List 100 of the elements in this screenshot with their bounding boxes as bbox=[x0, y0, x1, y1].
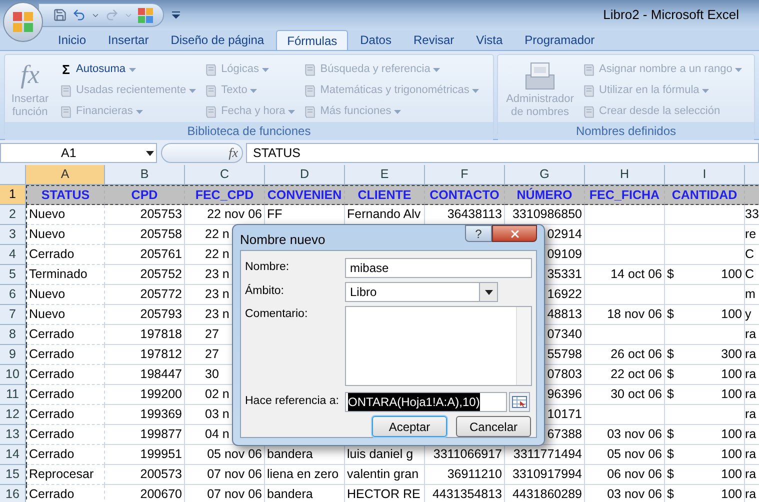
dialog-button[interactable]: Aceptar bbox=[372, 416, 447, 437]
customize-toolbar-icon[interactable] bbox=[172, 11, 180, 19]
currency-symbol: $ bbox=[667, 426, 674, 443]
table-cell: 06 nov 06 bbox=[585, 465, 665, 485]
table-cell: 26 oct 06 bbox=[585, 345, 665, 365]
row-header[interactable]: 13 bbox=[0, 425, 26, 445]
row-header[interactable]: 11 bbox=[0, 385, 26, 405]
column-header[interactable]: D bbox=[265, 165, 345, 185]
table-cell: C bbox=[745, 265, 759, 285]
column-title: FEC_FICHA bbox=[585, 185, 665, 205]
book-icon bbox=[204, 104, 218, 118]
group-label: Biblioteca de funciones bbox=[5, 122, 493, 140]
name-field[interactable]: mibase bbox=[345, 258, 532, 278]
formula-field[interactable]: STATUS bbox=[246, 143, 759, 163]
name-box[interactable]: A1 bbox=[0, 143, 157, 163]
ribbon-tab[interactable]: Vista bbox=[466, 30, 513, 50]
row-header[interactable]: 12 bbox=[0, 405, 26, 425]
currency-symbol: $ bbox=[667, 486, 674, 502]
row-header[interactable]: 3 bbox=[0, 225, 26, 245]
scroll-bar[interactable] bbox=[516, 307, 531, 385]
table-cell: Cerrado bbox=[26, 405, 105, 425]
row-header[interactable]: 4 bbox=[0, 245, 26, 265]
caret-icon bbox=[189, 88, 196, 92]
table-cell: 197818 bbox=[105, 325, 185, 345]
cell-amount: 100 bbox=[721, 366, 742, 383]
table-cell: Nuevo bbox=[26, 285, 105, 305]
table-cell: 05 nov 06 bbox=[585, 445, 665, 465]
row-header[interactable]: 7 bbox=[0, 305, 26, 325]
column-header[interactable]: B bbox=[105, 165, 185, 185]
cell-amount: 100 bbox=[721, 426, 742, 443]
dialog-button[interactable]: Cancelar bbox=[456, 416, 531, 437]
column-header[interactable]: F bbox=[425, 165, 505, 185]
save-icon[interactable] bbox=[53, 8, 67, 22]
group-label: Nombres definidos bbox=[498, 122, 754, 140]
cell-amount: 100 bbox=[721, 386, 742, 403]
comment-field[interactable] bbox=[345, 306, 532, 386]
table-cell: 22 nov 06 bbox=[185, 205, 265, 225]
column-header[interactable]: I bbox=[665, 165, 745, 185]
table-cell: ra bbox=[745, 425, 759, 445]
row-header[interactable]: 16 bbox=[0, 485, 26, 502]
column-header[interactable]: C bbox=[185, 165, 265, 185]
row-header[interactable]: 14 bbox=[0, 445, 26, 465]
select-all-corner[interactable] bbox=[0, 165, 26, 185]
insert-function-icon[interactable]: fx bbox=[228, 143, 238, 163]
table-cell: Terminado bbox=[26, 265, 105, 285]
close-button[interactable] bbox=[492, 225, 537, 242]
book-icon bbox=[59, 104, 73, 118]
row-header[interactable]: 9 bbox=[0, 345, 26, 365]
table-cell: C bbox=[745, 245, 759, 265]
table-cell: 36438113 bbox=[425, 205, 505, 225]
caret-icon bbox=[472, 88, 480, 92]
range-select-button[interactable] bbox=[509, 392, 530, 412]
row-header[interactable]: 8 bbox=[0, 325, 26, 345]
ribbon-button[interactable]: Σ Autosuma bbox=[59, 59, 196, 80]
table-cell: HECTOR RE bbox=[345, 485, 425, 502]
scope-dropdown[interactable]: Libro bbox=[345, 282, 498, 302]
row-header[interactable]: 15 bbox=[0, 465, 26, 485]
cell-amount: 100 bbox=[721, 306, 742, 323]
ribbon-tab[interactable]: Insertar bbox=[98, 30, 159, 50]
row-header[interactable]: 5 bbox=[0, 265, 26, 285]
table-cell: m bbox=[745, 285, 759, 305]
table-cell: 205793 bbox=[105, 305, 185, 325]
table-cell: 3311066917 bbox=[425, 445, 505, 465]
dropdown-button[interactable] bbox=[479, 283, 497, 301]
table-cell: re bbox=[745, 225, 759, 245]
ribbon-tab[interactable]: Diseño de página bbox=[160, 30, 274, 50]
redo-icon[interactable] bbox=[105, 8, 119, 22]
cell-amount: 300 bbox=[721, 346, 742, 363]
ribbon-tab[interactable]: Revisar bbox=[403, 30, 464, 50]
table-cell: 03 nov 06 bbox=[585, 425, 665, 445]
ribbon-tab[interactable]: Datos bbox=[350, 30, 402, 50]
column-title: CANTIDAD bbox=[665, 185, 745, 205]
office-button[interactable] bbox=[3, 2, 43, 42]
undo-icon[interactable] bbox=[72, 8, 86, 22]
table-cell: 205761 bbox=[105, 245, 185, 265]
ribbon-tab[interactable]: Fórmulas bbox=[276, 30, 348, 50]
table-cell: Cerrado bbox=[26, 345, 105, 365]
ribbon-tab[interactable]: Programador bbox=[514, 30, 605, 50]
column-header[interactable]: A bbox=[26, 165, 105, 185]
table-cell: Reprocesar bbox=[26, 465, 105, 485]
column-header[interactable]: G bbox=[505, 165, 585, 185]
grid-icon[interactable] bbox=[138, 8, 153, 22]
formula-bar-handle[interactable]: fx bbox=[161, 143, 243, 163]
caret-icon bbox=[146, 150, 154, 156]
column-header[interactable]: H bbox=[585, 165, 665, 185]
book-icon bbox=[303, 62, 318, 76]
range-icon bbox=[512, 396, 527, 408]
reference-field[interactable]: ONTARA(Hoja1!A:A),10) bbox=[345, 392, 507, 412]
row-header[interactable]: 1 bbox=[0, 185, 26, 205]
row-header[interactable]: 10 bbox=[0, 365, 26, 385]
caret-icon bbox=[288, 110, 296, 114]
column-header[interactable]: E bbox=[345, 165, 425, 185]
ribbon-tab[interactable]: Inicio bbox=[48, 30, 96, 50]
cell-amount: 100 bbox=[721, 486, 742, 502]
help-button[interactable]: ? bbox=[465, 225, 492, 242]
table-cell: 198447 bbox=[105, 365, 185, 385]
row-header[interactable]: 2 bbox=[0, 205, 26, 225]
row-header[interactable]: 6 bbox=[0, 285, 26, 305]
book-icon bbox=[582, 62, 596, 76]
column-title: CONVENIEN bbox=[265, 185, 345, 205]
